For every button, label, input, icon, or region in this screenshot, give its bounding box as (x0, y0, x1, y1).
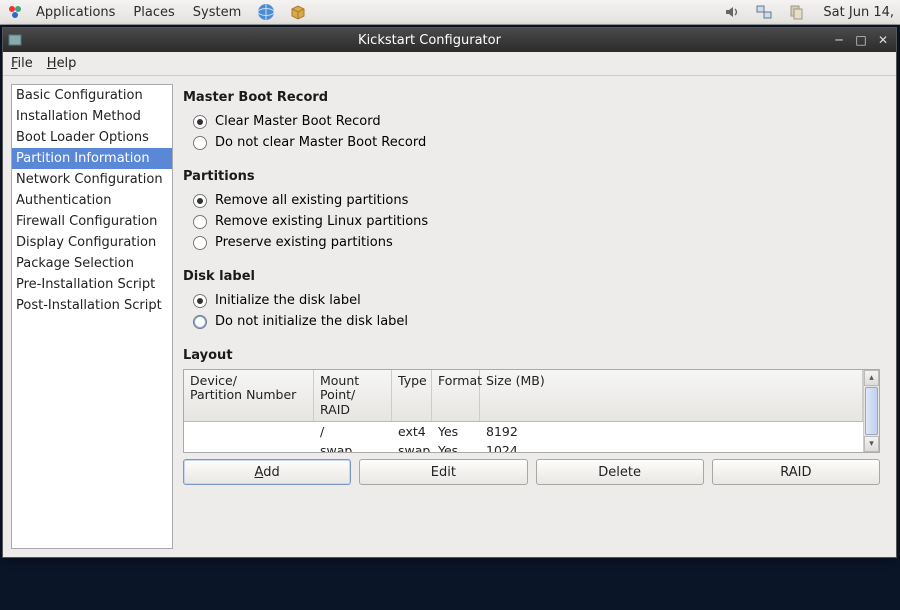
cell-format: Yes (432, 441, 480, 452)
scroll-down-icon[interactable]: ▾ (864, 436, 879, 452)
gnome-panel: Applications Places System Sat Jun 14, (0, 0, 900, 25)
radio-remove-all-row[interactable]: Remove all existing partitions (183, 190, 880, 211)
packages-icon[interactable] (287, 1, 309, 23)
scroll-up-icon[interactable]: ▴ (864, 370, 879, 386)
menu-file[interactable]: File (11, 56, 33, 71)
cell-size: 8192 (480, 422, 863, 441)
titlebar[interactable]: Kickstart Configurator ─ □ ✕ (3, 28, 896, 52)
app-icon (7, 32, 23, 48)
sidebar-item-display-configuration[interactable]: Display Configuration (12, 232, 172, 253)
radio-remove-linux-label: Remove existing Linux partitions (215, 214, 428, 229)
window-controls: ─ □ ✕ (830, 32, 892, 48)
content-area: Basic Configuration Installation Method … (3, 76, 896, 557)
radio-remove-linux[interactable] (193, 215, 207, 229)
maximize-button[interactable]: □ (852, 32, 870, 48)
minimize-button[interactable]: ─ (830, 32, 848, 48)
scroll-thumb[interactable] (865, 387, 878, 435)
cell-type: swap (392, 441, 432, 452)
table-row[interactable]: swap swap Yes 1024 (184, 441, 863, 452)
kickstart-window: Kickstart Configurator ─ □ ✕ File Help B… (2, 27, 897, 558)
main-pane: Master Boot Record Clear Master Boot Rec… (179, 84, 888, 549)
panel-menu-places[interactable]: Places (125, 3, 182, 22)
add-button[interactable]: Add (183, 459, 351, 485)
radio-remove-linux-row[interactable]: Remove existing Linux partitions (183, 211, 880, 232)
sidebar-item-network-configuration[interactable]: Network Configuration (12, 169, 172, 190)
menu-help[interactable]: Help (47, 56, 77, 71)
close-button[interactable]: ✕ (874, 32, 892, 48)
radio-disk-init[interactable] (193, 294, 207, 308)
panel-menu-applications[interactable]: Applications (28, 3, 123, 22)
col-format[interactable]: Format (432, 370, 480, 421)
partition-table: Device/ Partition Number Mount Point/ RA… (183, 369, 880, 453)
radio-mbr-clear-row[interactable]: Clear Master Boot Record (183, 111, 880, 132)
scrollbar-vertical[interactable]: ▴ ▾ (863, 370, 879, 452)
delete-button[interactable]: Delete (536, 459, 704, 485)
sidebar-item-boot-loader-options[interactable]: Boot Loader Options (12, 127, 172, 148)
table-row[interactable]: / ext4 Yes 8192 (184, 422, 863, 441)
radio-preserve-label: Preserve existing partitions (215, 235, 393, 250)
table-header-row: Device/ Partition Number Mount Point/ RA… (184, 370, 863, 422)
cell-mount: / (314, 422, 392, 441)
sidebar: Basic Configuration Installation Method … (11, 84, 173, 549)
radio-mbr-clear[interactable] (193, 115, 207, 129)
section-layout-title: Layout (183, 348, 880, 363)
section-mbr-title: Master Boot Record (183, 90, 880, 105)
radio-disk-noinit-row[interactable]: Do not initialize the disk label (183, 311, 880, 332)
radio-preserve-row[interactable]: Preserve existing partitions (183, 232, 880, 253)
radio-mbr-noclear[interactable] (193, 136, 207, 150)
radio-disk-init-label: Initialize the disk label (215, 293, 361, 308)
col-size[interactable]: Size (MB) (480, 370, 863, 421)
radio-disk-noinit[interactable] (193, 315, 207, 329)
sidebar-item-firewall-configuration[interactable]: Firewall Configuration (12, 211, 172, 232)
panel-menu-system[interactable]: System (185, 3, 249, 22)
cell-size: 1024 (480, 441, 863, 452)
section-disk-title: Disk label (183, 269, 880, 284)
radio-preserve[interactable] (193, 236, 207, 250)
sidebar-item-package-selection[interactable]: Package Selection (12, 253, 172, 274)
col-type[interactable]: Type (392, 370, 432, 421)
sidebar-item-partition-information[interactable]: Partition Information (12, 148, 172, 169)
col-mount[interactable]: Mount Point/ RAID (314, 370, 392, 421)
raid-button[interactable]: RAID (712, 459, 880, 485)
col-device[interactable]: Device/ Partition Number (184, 370, 314, 421)
clipboard-icon[interactable] (785, 1, 807, 23)
radio-mbr-clear-label: Clear Master Boot Record (215, 114, 381, 129)
radio-mbr-noclear-label: Do not clear Master Boot Record (215, 135, 426, 150)
button-row: Add Edit Delete RAID (183, 459, 880, 485)
radio-remove-all[interactable] (193, 194, 207, 208)
cell-device (184, 441, 314, 452)
radio-remove-all-label: Remove all existing partitions (215, 193, 408, 208)
edit-button[interactable]: Edit (359, 459, 527, 485)
cell-format: Yes (432, 422, 480, 441)
panel-right: Sat Jun 14, (717, 1, 894, 23)
sidebar-item-installation-method[interactable]: Installation Method (12, 106, 172, 127)
panel-left: Applications Places System (6, 1, 313, 23)
radio-disk-noinit-label: Do not initialize the disk label (215, 314, 408, 329)
distro-icon (6, 3, 24, 21)
section-partitions-title: Partitions (183, 169, 880, 184)
radio-disk-init-row[interactable]: Initialize the disk label (183, 290, 880, 311)
menubar: File Help (3, 52, 896, 76)
cell-type: ext4 (392, 422, 432, 441)
volume-icon[interactable] (721, 1, 743, 23)
browser-icon[interactable] (255, 1, 277, 23)
cell-device (184, 422, 314, 441)
network-icon[interactable] (753, 1, 775, 23)
sidebar-item-post-installation-script[interactable]: Post-Installation Script (12, 295, 172, 316)
radio-mbr-noclear-row[interactable]: Do not clear Master Boot Record (183, 132, 880, 153)
cell-mount: swap (314, 441, 392, 452)
sidebar-item-pre-installation-script[interactable]: Pre-Installation Script (12, 274, 172, 295)
panel-clock[interactable]: Sat Jun 14, (823, 5, 894, 20)
sidebar-item-authentication[interactable]: Authentication (12, 190, 172, 211)
sidebar-item-basic-configuration[interactable]: Basic Configuration (12, 85, 172, 106)
window-title: Kickstart Configurator (29, 33, 830, 48)
